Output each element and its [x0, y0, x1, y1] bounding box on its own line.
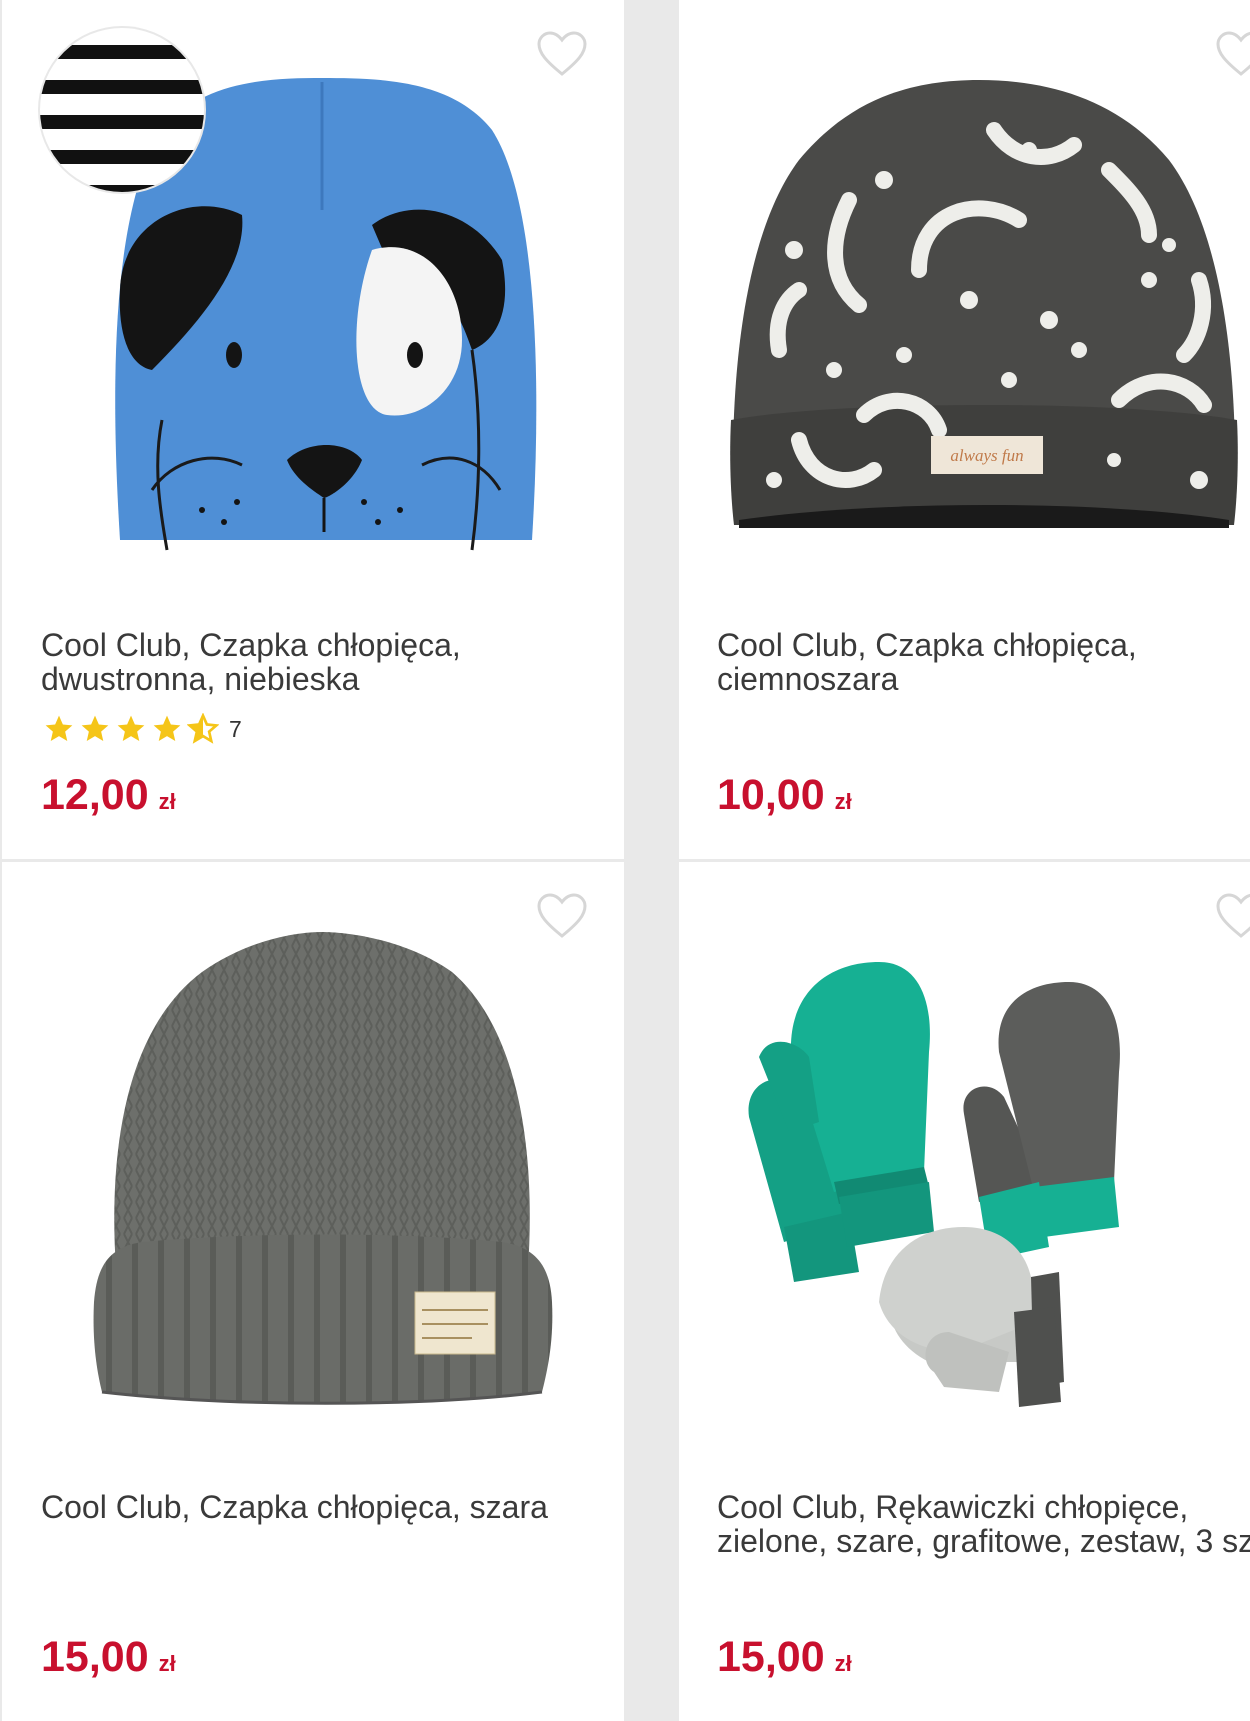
- product-card[interactable]: always fun Cool Club, Czapka chłopięca, …: [679, 0, 1250, 859]
- star-half-icon: [187, 713, 219, 744]
- star-icon: [81, 715, 109, 741]
- rating-count: 7: [229, 715, 242, 742]
- product-image[interactable]: [679, 882, 1250, 1422]
- rating: 7: [43, 712, 242, 746]
- star-icon: [117, 715, 145, 741]
- product-title[interactable]: Cool Club, Czapka chłopięca, ciemnoszara: [717, 628, 1250, 696]
- star-icon: [153, 715, 181, 741]
- price-value: 12,00: [41, 771, 149, 819]
- star-icon: [45, 715, 73, 741]
- product-card[interactable]: Cool Club, Czapka chłopięca, dwustronna,…: [2, 0, 624, 859]
- price-currency: zł: [834, 1651, 852, 1676]
- product-image[interactable]: [2, 882, 624, 1422]
- price-value: 15,00: [41, 1633, 149, 1681]
- product-price: 15,00 zł: [41, 1632, 176, 1689]
- price-currency: zł: [158, 789, 176, 814]
- hat-label-text: always fun: [950, 446, 1023, 465]
- next-product-card-edge: [2, 1700, 624, 1721]
- price-value: 10,00: [717, 771, 825, 819]
- product-price: 15,00 zł: [717, 1632, 852, 1689]
- price-value: 15,00: [717, 1633, 825, 1681]
- product-image[interactable]: [2, 20, 624, 560]
- product-title[interactable]: Cool Club, Czapka chłopięca, szara: [41, 1490, 601, 1524]
- price-currency: zł: [158, 1651, 176, 1676]
- product-title[interactable]: Cool Club, Czapka chłopięca, dwustronna,…: [41, 628, 601, 696]
- next-product-card-edge: [679, 1700, 1250, 1721]
- product-title[interactable]: Cool Club, Rękawiczki chłopięce, zielone…: [717, 1490, 1250, 1558]
- product-price: 12,00 zł: [41, 770, 176, 827]
- product-card[interactable]: Cool Club, Czapka chłopięca, szara 15,00…: [2, 862, 624, 1721]
- product-image[interactable]: always fun: [679, 20, 1250, 560]
- product-price: 10,00 zł: [717, 770, 852, 827]
- price-currency: zł: [834, 789, 852, 814]
- product-card[interactable]: Cool Club, Rękawiczki chłopięce, zielone…: [679, 862, 1250, 1721]
